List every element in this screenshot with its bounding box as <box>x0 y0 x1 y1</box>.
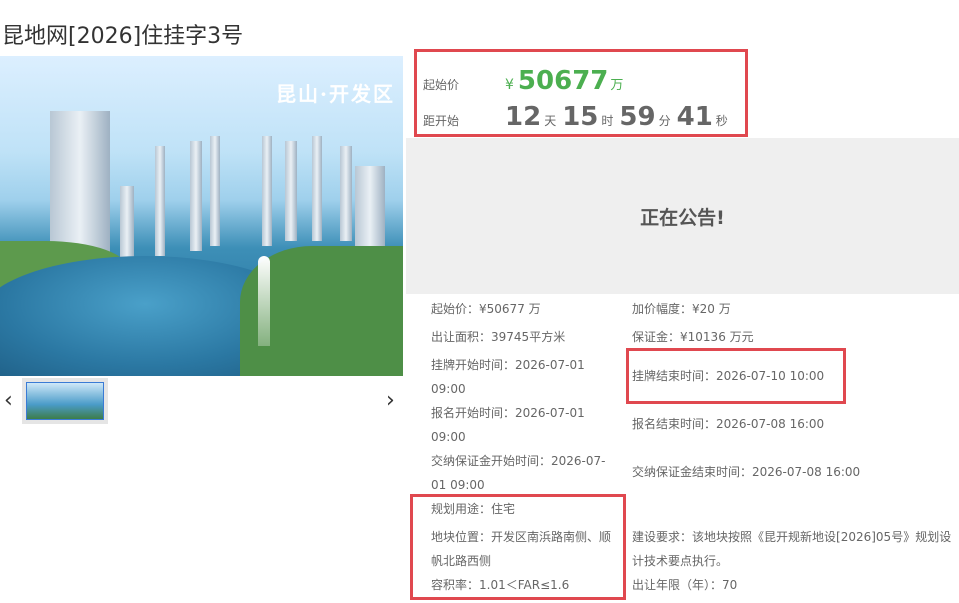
info-value: 2026-07-01 <box>515 406 585 420</box>
days-unit: 天 <box>544 114 557 128</box>
info-label: 保证金： <box>632 330 681 344</box>
info-area: 出让面积：39745平方米 <box>431 325 565 349</box>
info-value: 该地块按照《昆开规新地设[2026]05号》规划设 <box>692 530 952 544</box>
info-signup-end: 报名结束时间：2026-07-08 16:00 <box>632 412 824 436</box>
tower-building <box>285 141 297 241</box>
hours-unit: 时 <box>601 114 614 128</box>
info-value: 2026-07-01 <box>515 358 585 372</box>
tower-building <box>190 141 202 251</box>
tower-building <box>120 186 134 266</box>
info-label: 出让面积： <box>431 330 492 344</box>
info-label: 报名结束时间： <box>632 417 717 431</box>
info-deposit-end: 交纳保证金结束时间：2026-07-08 16:00 <box>632 460 860 484</box>
info-build-requirement: 建设要求：该地块按照《昆开规新地设[2026]05号》规划设 计技术要点执行。 <box>632 525 951 573</box>
gallery-thumbnail[interactable] <box>22 378 108 424</box>
info-deposit-start: 交纳保证金开始时间：2026-07- 01 09:00 <box>431 449 605 497</box>
info-value: ¥10136 万元 <box>680 330 754 344</box>
currency-symbol: ¥ <box>505 77 514 93</box>
info-label: 出让年限（年）： <box>632 578 723 592</box>
info-value: 70 <box>722 578 738 592</box>
tower-building <box>262 136 272 246</box>
price-countdown-box: 起始价 ¥ 50677 万 距开始 12 天 15 时 59 分 41 秒 <box>414 49 748 137</box>
tower-building <box>210 136 220 246</box>
countdown-minutes: 59 <box>619 102 656 132</box>
auction-status-notice: 正在公告! <box>406 138 959 294</box>
tower-building <box>312 136 322 241</box>
countdown-seconds: 41 <box>676 102 713 132</box>
land-photo: 昆山·开发区 <box>0 56 403 376</box>
chevron-left-icon[interactable]: ‹ <box>4 388 13 413</box>
info-label: 交纳保证金开始时间： <box>431 454 552 468</box>
info-value: 01 09:00 <box>431 478 485 492</box>
info-start-price: 起始价：¥50677 万 <box>431 297 541 321</box>
thumbnail-image <box>26 382 104 420</box>
info-increment: 加价幅度：¥20 万 <box>632 297 731 321</box>
info-label: 建设要求： <box>632 530 693 544</box>
info-label: 加价幅度： <box>632 302 693 316</box>
info-value: 2026-07-08 16:00 <box>752 465 861 479</box>
land-info-highlight <box>410 494 626 600</box>
seconds-unit: 秒 <box>715 114 728 128</box>
page-title: 昆地网[2026]住挂字3号 <box>2 24 244 49</box>
tower-building <box>155 146 165 256</box>
info-label: 报名开始时间： <box>431 406 516 420</box>
countdown-row: 距开始 12 天 15 时 59 分 41 秒 <box>423 102 734 132</box>
info-deposit: 保证金：¥10136 万元 <box>632 325 754 349</box>
start-price-label: 起始价 <box>423 78 460 92</box>
info-value: 09:00 <box>431 382 466 396</box>
info-value: 计技术要点执行。 <box>632 554 729 568</box>
info-label: 交纳保证金结束时间： <box>632 465 753 479</box>
info-value: 2026-07- <box>551 454 606 468</box>
fountain <box>258 256 270 346</box>
info-lease-term: 出让年限（年）：70 <box>632 573 737 597</box>
countdown-hours: 15 <box>562 102 599 132</box>
tower-building <box>340 146 352 241</box>
info-value: ¥50677 万 <box>479 302 541 316</box>
countdown-days: 12 <box>505 102 542 132</box>
info-value: 2026-07-08 16:00 <box>716 417 825 431</box>
price-unit: 万 <box>610 78 624 93</box>
info-label: 挂牌开始时间： <box>431 358 516 372</box>
chevron-right-icon[interactable]: › <box>386 388 395 413</box>
photo-overlay-label: 昆山·开发区 <box>276 82 395 106</box>
info-listing-start: 挂牌开始时间：2026-07-01 09:00 <box>431 353 585 401</box>
info-label: 起始价： <box>431 302 480 316</box>
listing-end-highlight <box>626 348 846 404</box>
start-price-value: 50677 <box>517 66 609 96</box>
info-signup-start: 报名开始时间：2026-07-01 09:00 <box>431 401 585 449</box>
start-price-row: 起始价 ¥ 50677 万 <box>423 66 623 96</box>
info-value: 09:00 <box>431 430 466 444</box>
countdown-label: 距开始 <box>423 114 460 128</box>
info-value: 39745平方米 <box>491 330 566 344</box>
info-value: ¥20 万 <box>692 302 731 316</box>
minutes-unit: 分 <box>658 114 671 128</box>
